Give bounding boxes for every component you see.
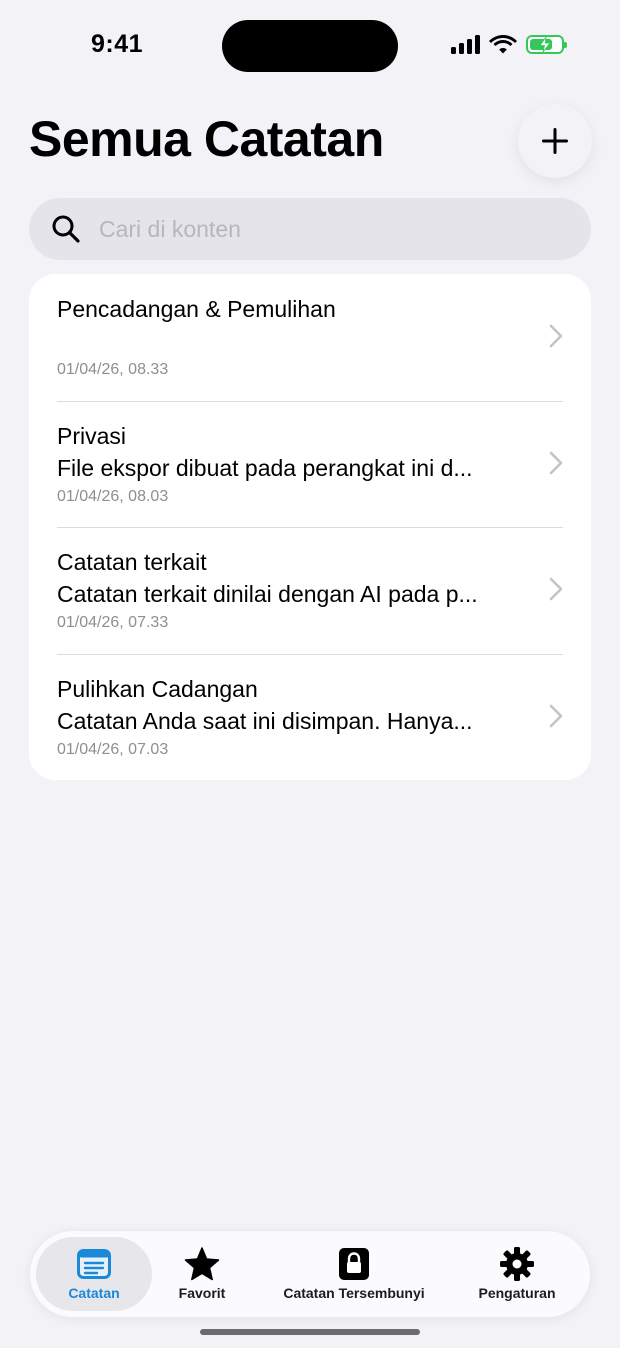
plus-icon bbox=[542, 128, 568, 154]
status-icons bbox=[451, 34, 567, 54]
note-title: Privasi bbox=[57, 422, 127, 449]
note-item[interactable]: Pulihkan Cadangan Catatan Anda saat ini … bbox=[29, 653, 591, 781]
tab-label: Pengaturan bbox=[478, 1285, 556, 1301]
tab-catatan[interactable]: Catatan bbox=[36, 1237, 152, 1311]
tab-label: Catatan Tersembunyi bbox=[283, 1285, 425, 1301]
chevron-right-icon bbox=[549, 451, 563, 474]
chevron-right-icon bbox=[549, 577, 563, 601]
note-preview: File ekspor dibuat pada perangkat ini d.… bbox=[57, 454, 473, 481]
note-date: 01/04/26, 08.33 bbox=[57, 361, 169, 378]
home-indicator[interactable] bbox=[200, 1329, 420, 1335]
search-bar[interactable] bbox=[29, 198, 591, 260]
page-title: Semua Catatan bbox=[29, 111, 384, 167]
tab-favorit[interactable]: Favorit bbox=[152, 1237, 252, 1311]
status-time: 9:41 bbox=[91, 30, 144, 58]
lock-icon bbox=[339, 1245, 369, 1283]
cellular-signal-icon bbox=[451, 34, 480, 54]
note-title: Catatan terkait bbox=[57, 549, 207, 575]
note-preview: Catatan terkait dinilai dengan AI pada p… bbox=[57, 581, 478, 607]
note-title: Pencadangan & Pemulihan bbox=[57, 296, 336, 322]
tab-label: Favorit bbox=[178, 1285, 226, 1301]
search-input[interactable] bbox=[97, 214, 541, 244]
note-title: Pulihkan Cadangan bbox=[57, 675, 258, 702]
battery-icon bbox=[526, 34, 567, 54]
tab-label: Catatan bbox=[68, 1285, 120, 1301]
note-preview: Catatan Anda saat ini disimpan. Hanya... bbox=[57, 707, 473, 734]
note-date: 01/04/26, 08.03 bbox=[57, 487, 169, 505]
tab-pengaturan[interactable]: Pengaturan bbox=[458, 1237, 576, 1311]
status-bar: 9:41 bbox=[0, 0, 620, 92]
note-date: 01/04/26, 07.03 bbox=[57, 740, 169, 758]
note-item[interactable]: Pencadangan & Pemulihan 01/04/26, 08.33 bbox=[29, 274, 591, 401]
search-icon bbox=[51, 214, 81, 244]
note-item[interactable]: Privasi File ekspor dibuat pada perangka… bbox=[29, 400, 591, 528]
tab-bar: Catatan Favorit Catatan Tersembunyi Peng… bbox=[29, 1230, 591, 1318]
gear-icon bbox=[499, 1245, 535, 1283]
dynamic-island bbox=[222, 20, 398, 72]
note-date: 01/04/26, 07.33 bbox=[57, 614, 169, 631]
chevron-right-icon bbox=[549, 704, 563, 727]
add-note-button[interactable] bbox=[518, 104, 592, 178]
notes-icon bbox=[77, 1245, 111, 1283]
star-icon bbox=[184, 1245, 220, 1283]
wifi-icon bbox=[489, 35, 517, 54]
tab-catatan-tersembunyi[interactable]: Catatan Tersembunyi bbox=[268, 1237, 440, 1311]
note-item[interactable]: Catatan terkait Catatan terkait dinilai … bbox=[29, 527, 591, 654]
chevron-right-icon bbox=[549, 324, 563, 348]
notes-list: Pencadangan & Pemulihan 01/04/26, 08.33 … bbox=[29, 274, 591, 780]
